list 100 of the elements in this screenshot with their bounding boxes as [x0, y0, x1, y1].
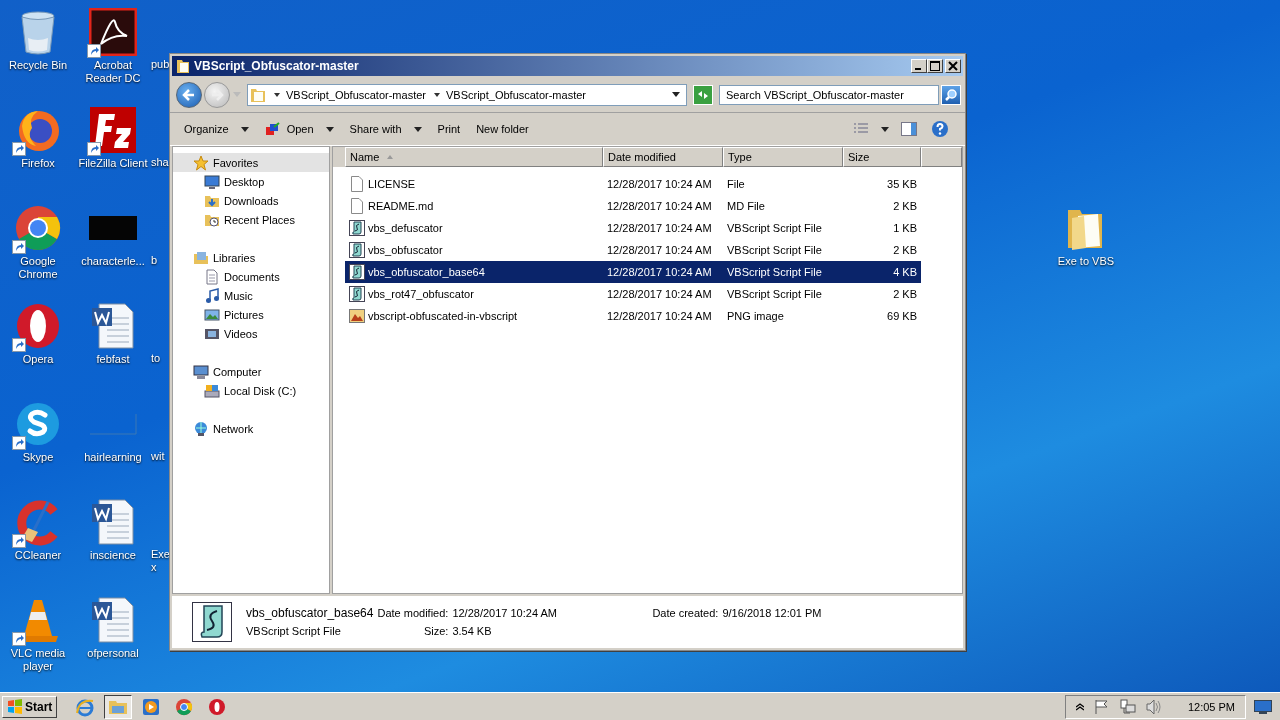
- nav-item[interactable]: Desktop: [173, 172, 329, 191]
- toolbar-button[interactable]: Organize: [178, 119, 255, 139]
- documents-icon: [204, 268, 220, 285]
- nav-item[interactable]: Downloads: [173, 191, 329, 210]
- nav-item[interactable]: Music: [173, 286, 329, 305]
- file-row[interactable]: vbs_rot47_obfuscator 12/28/2017 10:24 AM VBScript Script File 2 KB: [345, 283, 921, 305]
- table-cell-text: VBScript Script File: [726, 266, 823, 278]
- caret-icon[interactable]: [274, 92, 280, 98]
- search-field[interactable]: Search VBScript_Obfuscator-master: [719, 85, 939, 105]
- desktop-icon-label[interactable]: characterle...: [75, 255, 151, 268]
- start-button[interactable]: Start: [2, 695, 58, 718]
- chevron-up-icon[interactable]: [1075, 702, 1084, 711]
- file-row[interactable]: vbs_obfuscator_base64 12/28/2017 10:24 AM VBScript Script File 4 KB: [345, 261, 921, 283]
- clock[interactable]: 12:05 PM: [1187, 700, 1235, 713]
- nav-item[interactable]: Local Disk (C:): [173, 381, 329, 400]
- table-cell-text: 12/28/2017 10:24 AM: [606, 266, 713, 278]
- back-button[interactable]: [176, 82, 202, 108]
- document-icon: [349, 176, 365, 192]
- music-note-icon: [204, 287, 220, 304]
- minimize-button[interactable]: [911, 59, 927, 73]
- nav-item[interactable]: Pictures: [173, 305, 329, 324]
- maximize-button[interactable]: [927, 59, 943, 73]
- desktop-icon-label[interactable]: to: [151, 352, 169, 365]
- image-file-icon: [349, 308, 365, 324]
- word-document-icon: [89, 302, 137, 350]
- view-list-icon: [853, 122, 869, 136]
- desktop-icon-label[interactable]: Skype: [0, 451, 76, 464]
- chrome-browser-icon: [14, 204, 62, 252]
- help-button[interactable]: [929, 118, 951, 140]
- desktop-icon-label[interactable]: hairlearning: [75, 451, 151, 464]
- desktop-icon-label[interactable]: sha: [151, 156, 169, 169]
- column-header[interactable]: Type: [723, 147, 843, 167]
- caret-icon[interactable]: [881, 126, 889, 132]
- column-header[interactable]: Date modified: [603, 147, 723, 167]
- desktop-icon-label[interactable]: wit: [151, 450, 169, 463]
- preview-pane-button[interactable]: [899, 119, 919, 139]
- file-row[interactable]: vbs_obfuscator 12/28/2017 10:24 AM VBScript Script File 2 KB: [345, 239, 921, 261]
- skype-s-icon: [14, 400, 62, 448]
- table-cell-text: 2 KB: [892, 200, 918, 212]
- desktop-icon-label[interactable]: pub: [151, 58, 169, 71]
- flag-icon[interactable]: [1093, 698, 1110, 715]
- nav-item[interactable]: Documents: [173, 267, 329, 286]
- desktop-icon-label[interactable]: Exe to VBS: [1048, 255, 1124, 268]
- speaker-icon[interactable]: [1145, 698, 1162, 715]
- caret-icon[interactable]: [434, 92, 440, 98]
- breadcrumb[interactable]: VBScript_Obfuscator-master: [286, 89, 426, 101]
- caret-icon[interactable]: [672, 92, 680, 98]
- desktop-icon-label[interactable]: Google Chrome: [0, 255, 76, 281]
- nav-item[interactable]: Favorites: [173, 153, 329, 172]
- desktop-icon-label[interactable]: ofpersonal: [75, 647, 151, 660]
- help-icon: [931, 120, 949, 138]
- column-header[interactable]: Size: [843, 147, 921, 167]
- toolbar-button[interactable]: New folder: [470, 119, 535, 139]
- desktop-icon-label[interactable]: Recycle Bin: [0, 59, 76, 72]
- show-desktop-icon[interactable]: [1254, 699, 1272, 714]
- toolbar-button[interactable]: Open: [258, 117, 340, 141]
- nav-item[interactable]: Videos: [173, 324, 329, 343]
- file-row[interactable]: vbscript-obfuscated-in-vbscript 12/28/2017 10:24 AM PNG image 69 KB: [345, 305, 921, 327]
- toolbar-button[interactable]: Share with: [343, 119, 428, 139]
- folder-icon: [250, 87, 266, 103]
- caret-icon: [240, 126, 249, 132]
- close-button[interactable]: [945, 59, 961, 73]
- desktop-icon-label[interactable]: FileZilla Client: [75, 157, 151, 170]
- address-bar[interactable]: VBScript_Obfuscator-master VBScript_Obfuscator-master: [247, 84, 687, 106]
- desktop-icon-label[interactable]: VLC media player: [0, 647, 76, 673]
- column-header[interactable]: Name: [345, 147, 603, 167]
- desktop-icon-label[interactable]: CCleaner: [0, 549, 76, 562]
- toolbar-button[interactable]: Print: [431, 119, 467, 139]
- nav-item[interactable]: Recent Places: [173, 210, 329, 229]
- network-icon[interactable]: [1119, 698, 1136, 715]
- table-cell-text: MD File: [726, 200, 766, 212]
- file-row[interactable]: README.md 12/28/2017 10:24 AM MD File 2 KB: [345, 195, 921, 217]
- file-name: vbs_obfuscator_base64: [368, 266, 485, 278]
- document-icon: [349, 198, 365, 214]
- refresh-button[interactable]: [693, 85, 713, 105]
- table-cell-text: 12/28/2017 10:24 AM: [606, 244, 713, 256]
- file-name: vbs_obfuscator: [368, 244, 443, 256]
- desktop-icon-label[interactable]: Opera: [0, 353, 76, 366]
- back-arrow-icon: [181, 87, 197, 103]
- desktop-icon-label[interactable]: febfast: [75, 353, 151, 366]
- desktop-icon-label[interactable]: Acrobat Reader DC: [75, 59, 151, 85]
- disk-drive-icon: [204, 382, 220, 399]
- breadcrumb[interactable]: VBScript_Obfuscator-master: [446, 89, 586, 101]
- desktop-icon-label[interactable]: Exe x: [151, 548, 169, 574]
- file-row[interactable]: LICENSE 12/28/2017 10:24 AM File 35 KB: [345, 173, 921, 195]
- file-row[interactable]: vbs_defuscator 12/28/2017 10:24 AM VBScript Script File 1 KB: [345, 217, 921, 239]
- pictures-icon: [204, 306, 220, 323]
- file-name: LICENSE: [368, 178, 416, 190]
- nav-item[interactable]: Network: [173, 419, 329, 438]
- desktop-icon-label[interactable]: Firefox: [0, 157, 76, 170]
- table-cell-text: File: [726, 178, 746, 190]
- nav-item[interactable]: Computer: [173, 362, 329, 381]
- desktop-icon-label[interactable]: b: [151, 254, 169, 267]
- nav-item[interactable]: Libraries: [173, 248, 329, 267]
- desktop-icon-label[interactable]: inscience: [75, 549, 151, 562]
- file-name: README.md: [368, 200, 434, 212]
- search-button[interactable]: [941, 85, 961, 105]
- dark-thumbnail-icon: [89, 216, 137, 240]
- table-cell-text: 35 KB: [886, 178, 918, 190]
- script-scroll-icon: [349, 220, 365, 236]
